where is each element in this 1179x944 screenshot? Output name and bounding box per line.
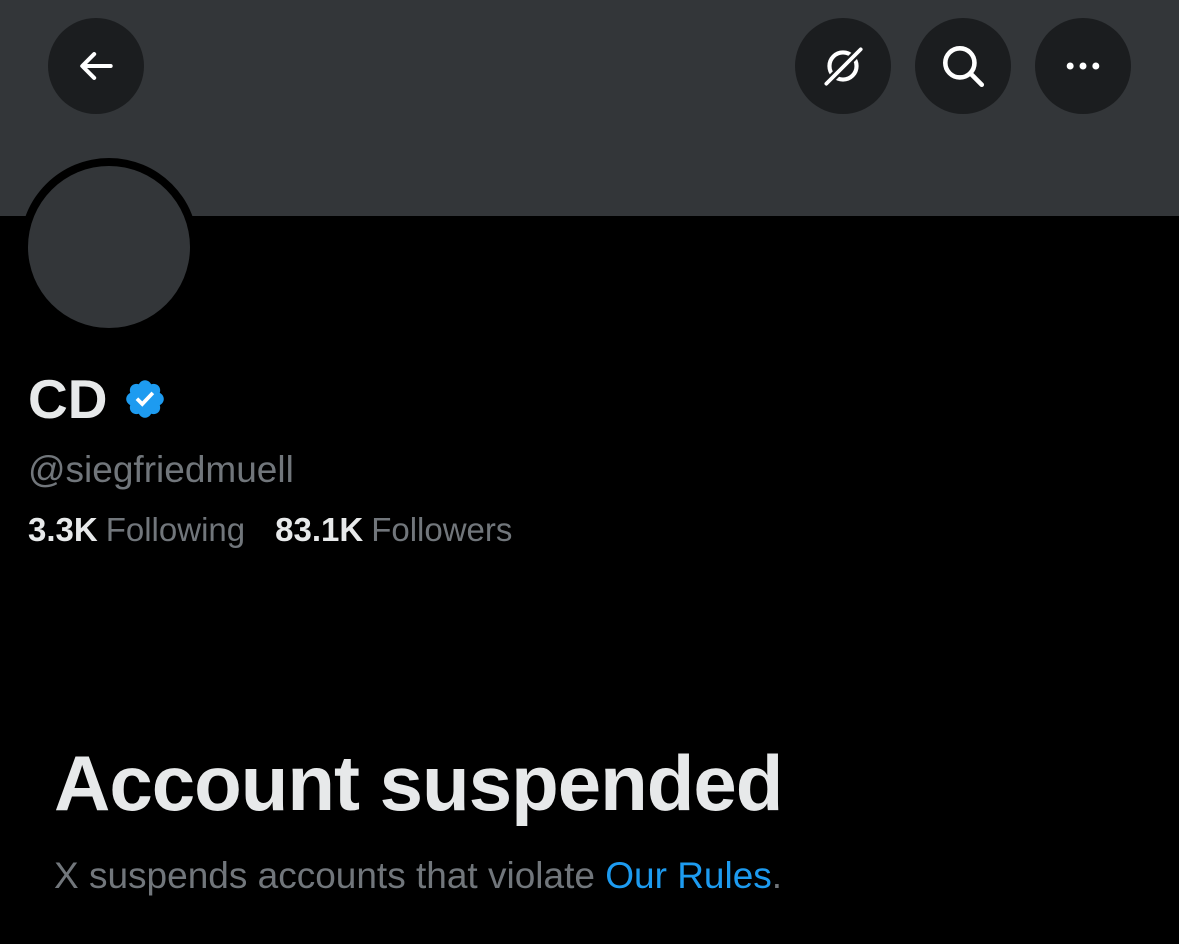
suspended-message-text: X suspends accounts that violate: [54, 855, 606, 896]
followers-count: 83.1K: [275, 511, 364, 548]
display-name: CD: [28, 368, 108, 430]
following-link[interactable]: 3.3K Following: [28, 508, 245, 552]
following-label: Following: [105, 511, 246, 548]
profile-banner: [0, 0, 1179, 216]
handle: @siegfriedmuell: [28, 449, 294, 490]
search-button[interactable]: [915, 18, 1011, 114]
following-count: 3.3K: [28, 511, 98, 548]
more-horizontal-icon: [1061, 44, 1105, 88]
search-icon: [938, 41, 988, 91]
followers-link[interactable]: 83.1K Followers: [275, 508, 512, 552]
follow-stats: 3.3K Following 83.1K Followers: [28, 508, 512, 552]
name-row: CD: [28, 368, 167, 430]
suspended-message: X suspends accounts that violate Our Rul…: [54, 852, 782, 900]
verified-badge-icon[interactable]: [107, 377, 167, 421]
our-rules-link[interactable]: Our Rules: [605, 855, 772, 896]
avatar[interactable]: [28, 166, 190, 328]
suspended-title: Account suspended: [54, 739, 783, 827]
grok-icon: [818, 41, 868, 91]
back-button[interactable]: [48, 18, 144, 114]
grok-button[interactable]: [795, 18, 891, 114]
suspended-message-period: .: [771, 855, 783, 896]
arrow-left-icon: [74, 44, 118, 88]
followers-label: Followers: [371, 511, 513, 548]
more-button[interactable]: [1035, 18, 1131, 114]
